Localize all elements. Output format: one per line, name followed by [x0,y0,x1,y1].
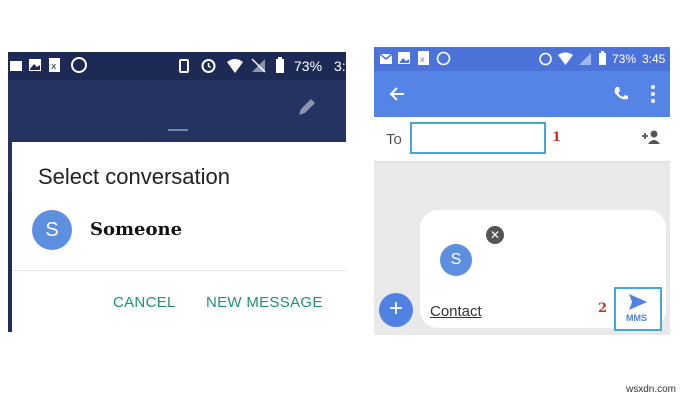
phone-icon[interactable] [612,85,630,103]
contact-name: Someone [90,219,183,240]
clock: 3:45 [642,52,666,66]
status-bar: x 73% 3: [8,52,346,80]
divider [12,270,346,271]
gmail-icon [10,61,22,71]
vibrate-icon [179,59,189,73]
battery-percent: 73% [612,52,637,66]
send-mms-button[interactable]: MMS [614,287,662,331]
toolbar [374,71,670,117]
drag-handle [168,129,188,131]
to-label: To [386,131,402,148]
image-icon [398,52,410,64]
excel-icon: x [418,51,429,65]
avatar: S [32,210,72,250]
no-signal-icon [579,53,591,65]
excel-icon: x [49,58,60,72]
conversation-item[interactable]: S [32,210,72,250]
left-screenshot: x 73% 3: Select conversation S Someone C… [8,52,346,332]
recipient-input[interactable] [410,122,546,154]
contact-avatar: S [440,244,472,276]
cancel-button[interactable]: CANCEL [113,294,176,311]
remove-attachment-icon[interactable]: ✕ [486,226,504,244]
mms-label: MMS [626,313,647,323]
recipient-bar: To 1 [374,117,670,162]
svg-text:x: x [51,62,57,72]
battery-icon [599,51,606,65]
battery-percent: 73% [294,58,323,74]
status-bar: x 73% 3:45 [374,47,670,71]
gmail-icon [380,53,393,64]
add-attachment-button[interactable]: + [379,293,413,327]
dialog-title: Select conversation [38,164,230,189]
svg-text:x: x [420,55,425,64]
step-1-marker: 1 [552,130,562,145]
watermark: wsxdn.com [626,384,677,395]
step-2-marker: 2 [598,301,608,316]
contact-attachment-label[interactable]: Contact [430,303,482,320]
new-message-button[interactable]: NEW MESSAGE [206,294,323,311]
pencil-icon[interactable] [296,96,318,118]
alarm-icon [201,59,216,73]
wifi-icon [227,59,243,73]
image-icon [29,59,41,71]
send-icon [629,294,647,310]
more-vert-icon[interactable] [650,84,656,104]
clock: 3: [334,58,346,74]
alarm-icon [539,52,552,66]
back-arrow-icon[interactable] [388,85,406,103]
viber-icon [436,51,451,66]
wifi-icon [558,52,573,65]
viber-icon [71,57,87,73]
add-people-icon[interactable] [640,129,662,145]
right-screenshot: x 73% 3:45 To 1 ✕ S + Contact 2 MMS [374,47,670,335]
battery-icon [276,57,284,73]
no-signal-icon [251,58,266,73]
select-conversation-dialog: Select conversation S Someone CANCEL NEW… [12,142,346,332]
